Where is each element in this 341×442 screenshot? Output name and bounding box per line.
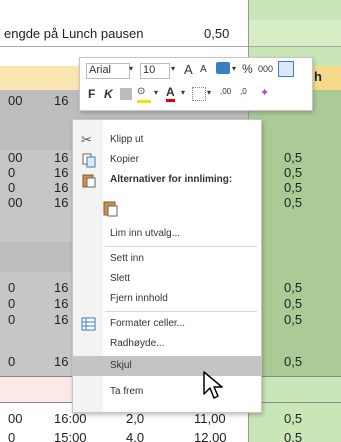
row-2-c: 0,5: [284, 150, 303, 165]
row-8-a: 0: [8, 312, 16, 327]
menu-item-insert[interactable]: Sett inn: [73, 249, 261, 269]
row-10-c: 0,5: [284, 411, 303, 426]
borders-icon[interactable]: [192, 87, 206, 101]
currency-format-icon[interactable]: [216, 62, 230, 74]
row-3-c: 0,5: [284, 165, 303, 180]
row-6-a: 0: [8, 280, 16, 295]
menu-item-clear-contents[interactable]: Fjern innhold: [73, 289, 261, 309]
row-8-b: 16: [54, 312, 69, 327]
italic-button[interactable]: K: [104, 87, 113, 101]
menu-item-paste-options: Alternativer for innliming:: [73, 170, 261, 190]
percent-button[interactable]: %: [242, 62, 253, 76]
row-10-a: 00: [8, 411, 23, 426]
menu-separator: [105, 311, 257, 312]
row-6-c: 0,5: [284, 280, 303, 295]
row-9-c: 0,5: [284, 354, 303, 369]
currency-dropdown-icon[interactable]: ▾: [232, 64, 236, 73]
row-4-b: 16: [54, 180, 69, 195]
menu-item-hide[interactable]: Skjul: [73, 356, 261, 376]
font-color-icon[interactable]: A: [166, 85, 175, 102]
row-5-b: 16: [54, 195, 69, 210]
shrink-font-button[interactable]: A: [200, 64, 207, 75]
header-text: engde på Lunch pausen: [4, 26, 144, 41]
header-value: 0,50: [204, 26, 230, 41]
align-icon[interactable]: [120, 88, 132, 100]
row-5-a: 00: [8, 195, 23, 210]
font-size-box[interactable]: 10: [140, 63, 170, 79]
row-10-e: 11,00: [194, 411, 226, 426]
row-11-c: 0,5: [284, 430, 303, 442]
format-cells-icon: [81, 316, 97, 332]
fill-dropdown-icon[interactable]: ▾: [154, 88, 158, 97]
row-11-d: 4,0: [126, 430, 145, 442]
row-9-b: 16: [54, 354, 69, 369]
column-h-label: h: [314, 69, 322, 84]
row-7-a: 0: [8, 296, 16, 311]
menu-item-unhide[interactable]: Ta frem: [73, 382, 261, 402]
row-7-c: 0,5: [284, 296, 303, 311]
row-7-b: 16: [54, 296, 69, 311]
row-11-b: 15:00: [54, 430, 87, 442]
row-8-c: 0,5: [284, 312, 303, 327]
mini-toolbar: Arial ▾ 10 ▾ A A ▾ % 000 F K ⊙ ▾ A ▾ ▾ ,…: [79, 57, 313, 111]
borders-dropdown-icon[interactable]: ▾: [207, 88, 211, 97]
row-11-a: 0: [8, 430, 16, 442]
eraser-icon[interactable]: ✦: [260, 86, 269, 99]
row-10-d: 2,0: [126, 411, 145, 426]
row-1-b: 16: [54, 93, 69, 108]
row-5-c: 0,5: [284, 195, 303, 210]
menu-item-row-height[interactable]: Radhøyde...: [73, 334, 261, 354]
paste-clipboard-icon: [103, 199, 119, 217]
font-name-box[interactable]: Arial: [86, 63, 130, 79]
menu-item-paste-special[interactable]: Lim inn utvalg...: [73, 224, 261, 244]
copy-icon: [81, 152, 97, 168]
grow-font-button[interactable]: A: [184, 62, 193, 77]
paste-icon: [81, 172, 97, 188]
row-3-b: 16: [54, 165, 69, 180]
menu-separator: [105, 246, 257, 247]
font-name: Arial: [89, 64, 112, 76]
bold-button[interactable]: F: [88, 87, 95, 101]
increase-decimal-icon[interactable]: ,00: [220, 87, 231, 96]
row-4-c: 0,5: [284, 180, 303, 195]
context-menu: ✂ Klipp ut Kopier Alternativer for innli…: [72, 119, 262, 413]
row-6-b: 16: [54, 280, 69, 295]
menu-item-delete[interactable]: Slett: [73, 269, 261, 289]
font-name-dropdown-icon[interactable]: ▾: [129, 64, 133, 73]
font-size: 10: [143, 64, 156, 76]
font-color-dropdown-icon[interactable]: ▾: [181, 88, 185, 97]
title-row-green: [248, 20, 341, 46]
row-2-b: 16: [54, 150, 69, 165]
row-11-e: 12,00: [194, 430, 227, 442]
format-painter-icon[interactable]: [278, 61, 294, 77]
decrease-decimal-icon[interactable]: ,0: [240, 87, 247, 96]
thousands-button[interactable]: 000: [258, 64, 273, 74]
row-1-a: 00: [8, 93, 23, 108]
scissors-icon: ✂: [81, 132, 92, 147]
menu-item-copy[interactable]: Kopier: [73, 150, 261, 170]
menu-item-paste-button[interactable]: [73, 196, 261, 220]
menu-item-format-cells[interactable]: Formater celler...: [73, 314, 261, 334]
row-4-a: 0: [8, 180, 16, 195]
row-10-b: 16:00: [54, 411, 87, 426]
row-9-a: 0: [8, 354, 16, 369]
mouse-pointer-icon: [203, 371, 223, 399]
font-size-dropdown-icon[interactable]: ▾: [171, 64, 175, 73]
fill-color-icon[interactable]: ⊙: [137, 86, 151, 103]
row-2-a: 00: [8, 150, 23, 165]
row-3-a: 0: [8, 165, 16, 180]
menu-item-cut[interactable]: ✂ Klipp ut: [73, 130, 261, 150]
